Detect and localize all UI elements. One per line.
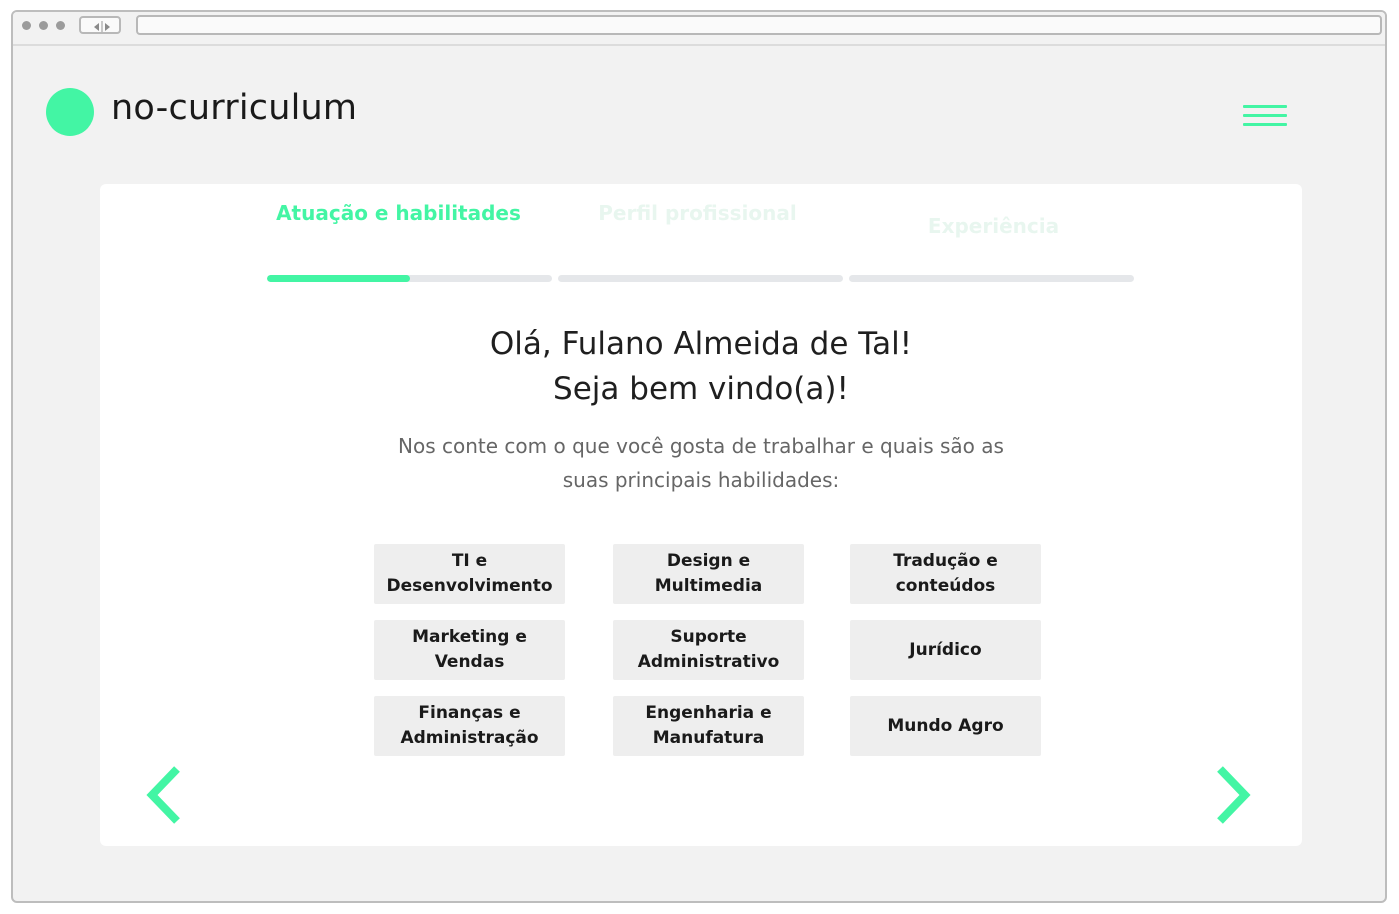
greeting-line-2: Seja bem vindo(a)! xyxy=(553,371,849,407)
category-juridico-button[interactable]: Jurídico xyxy=(850,620,1041,680)
category-ti-button[interactable]: TI e Desenvolvimento xyxy=(374,544,565,604)
back-arrow-icon xyxy=(94,23,99,31)
step-progress-track-1 xyxy=(267,275,552,282)
subtitle-text: Nos conte com o que você gosta de trabal… xyxy=(398,434,1004,492)
window-dot-icon xyxy=(39,21,48,30)
browser-chrome xyxy=(13,12,1385,46)
hamburger-menu-icon[interactable] xyxy=(1243,105,1287,131)
browser-window: no-curriculum Atuação e habilitades Perf… xyxy=(11,10,1387,903)
greeting-heading: Olá, Fulano Almeida de Tal! Seja bem vin… xyxy=(100,322,1302,412)
greeting-line-1: Olá, Fulano Almeida de Tal! xyxy=(489,326,913,362)
category-design-button[interactable]: Design e Multimedia xyxy=(613,544,804,604)
window-dot-icon xyxy=(22,21,31,30)
address-bar[interactable] xyxy=(136,15,1382,35)
category-suporte-button[interactable]: Suporte Administrativo xyxy=(613,620,804,680)
category-agro-button[interactable]: Mundo Agro xyxy=(850,696,1041,756)
browser-nav-buttons[interactable] xyxy=(79,16,121,34)
category-financas-button[interactable]: Finanças e Administração xyxy=(374,696,565,756)
step-atuacao-label[interactable]: Atuação e habilitades xyxy=(256,200,541,227)
circle-logo-icon[interactable] xyxy=(46,88,94,136)
step-perfil-label[interactable]: Perfil profissional xyxy=(555,200,840,227)
app-title[interactable]: no-curriculum xyxy=(111,88,357,128)
window-dot-icon xyxy=(56,21,65,30)
onboarding-card: Atuação e habilitades Perfil profissiona… xyxy=(100,184,1302,846)
category-engenharia-button[interactable]: Engenharia e Manufatura xyxy=(613,696,804,756)
step-progress-track-2 xyxy=(558,275,843,282)
step-progress-track-3 xyxy=(849,275,1134,282)
forward-arrow-icon xyxy=(105,23,110,31)
category-marketing-button[interactable]: Marketing e Vendas xyxy=(374,620,565,680)
chevron-right-icon[interactable] xyxy=(1213,765,1253,825)
step-progress-fill xyxy=(267,275,410,282)
step-experiencia-label[interactable]: Experiência xyxy=(851,213,1136,240)
category-traducao-button[interactable]: Tradução e conteúdos xyxy=(850,544,1041,604)
chevron-left-icon[interactable] xyxy=(144,765,184,825)
